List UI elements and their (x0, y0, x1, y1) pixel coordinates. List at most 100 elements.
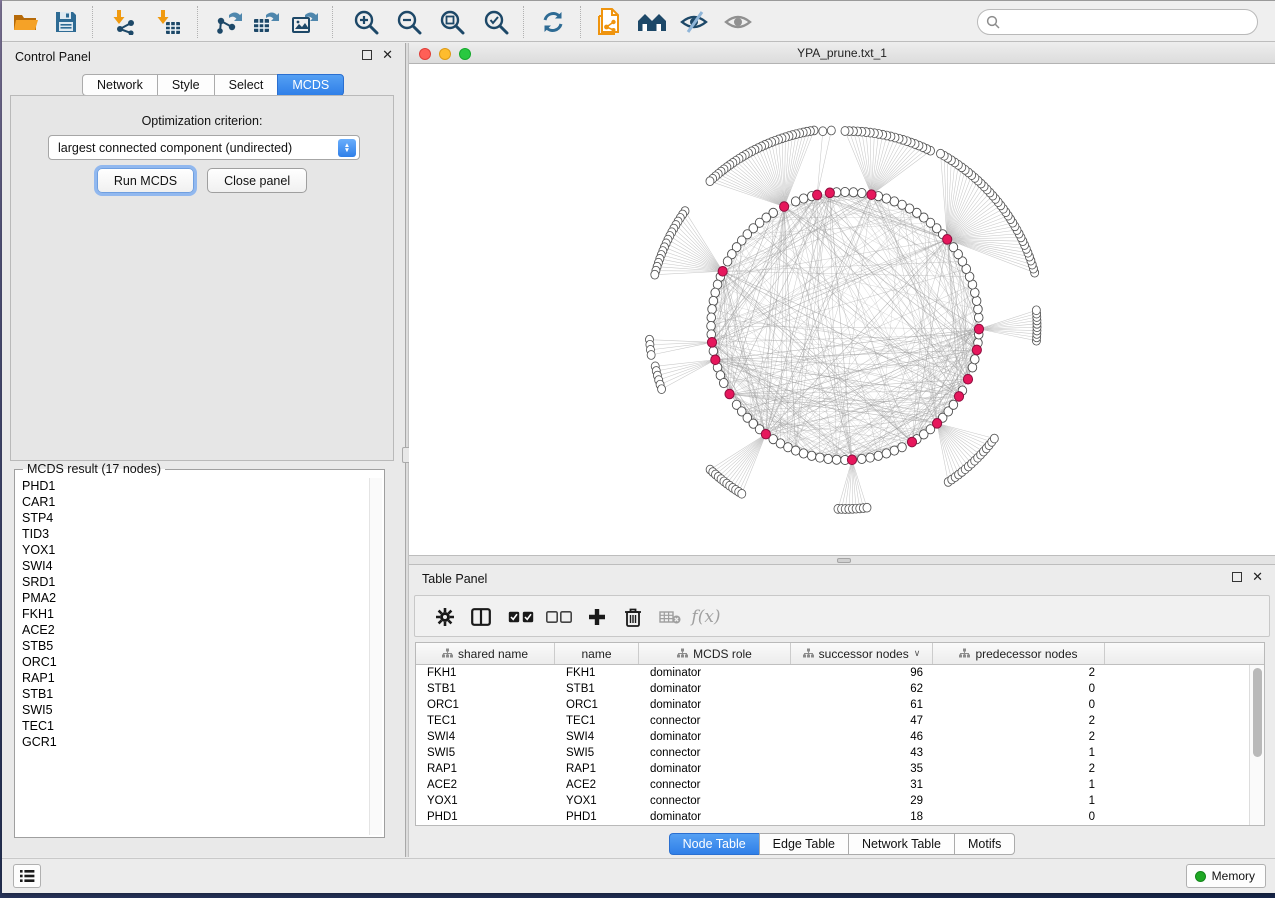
cell-successor-nodes[interactable]: 31 (791, 777, 933, 793)
mcds-hub-node[interactable] (825, 188, 834, 198)
cell-successor-nodes[interactable]: 35 (791, 761, 933, 777)
tab-network-table[interactable]: Network Table (848, 833, 954, 855)
cell-name[interactable]: STB1 (555, 681, 639, 697)
ring-node[interactable] (709, 347, 718, 356)
cell-shared-name[interactable]: STB1 (416, 681, 555, 697)
mcds-result-item[interactable]: YOX1 (17, 542, 368, 558)
ring-node[interactable] (857, 188, 866, 197)
table-row[interactable]: SWI5SWI5connector431 (416, 745, 1249, 761)
ring-node[interactable] (799, 449, 808, 458)
mcds-result-item[interactable]: SRD1 (17, 574, 368, 590)
ring-node[interactable] (807, 451, 816, 460)
mcds-result-item[interactable]: STB1 (17, 686, 368, 702)
cell-MCDS-role[interactable]: dominator (639, 665, 791, 681)
ring-node[interactable] (972, 296, 981, 305)
cell-predecessor-nodes[interactable]: 2 (933, 665, 1105, 681)
tab-motifs[interactable]: Motifs (954, 833, 1015, 855)
mcds-result-item[interactable]: CAR1 (17, 494, 368, 510)
ring-node[interactable] (723, 257, 732, 266)
export-image-icon[interactable] (289, 7, 321, 37)
leaf-node[interactable] (1032, 306, 1040, 315)
cell-shared-name[interactable]: FKH1 (416, 665, 555, 681)
leaf-node[interactable] (738, 489, 746, 498)
close-panel-button[interactable]: Close panel (207, 168, 307, 193)
cell-name[interactable]: TEC1 (555, 713, 639, 729)
table-body[interactable]: FKH1FKH1dominator962STB1STB1dominator620… (416, 665, 1249, 825)
save-session-icon[interactable] (50, 7, 82, 37)
tab-mcds[interactable]: MCDS (277, 74, 344, 96)
table-row[interactable]: STB1STB1dominator620 (416, 681, 1249, 697)
tab-node-table[interactable]: Node Table (669, 833, 759, 855)
cell-shared-name[interactable]: SWI5 (416, 745, 555, 761)
mcds-result-item[interactable]: ACE2 (17, 622, 368, 638)
cell-MCDS-role[interactable]: dominator (639, 681, 791, 697)
cell-shared-name[interactable]: TEC1 (416, 713, 555, 729)
cell-name[interactable]: RAP1 (555, 761, 639, 777)
cell-successor-nodes[interactable]: 29 (791, 793, 933, 809)
deselect-all-icon[interactable] (543, 601, 575, 633)
cell-MCDS-role[interactable]: connector (639, 793, 791, 809)
ring-node[interactable] (949, 243, 958, 252)
export-network-icon[interactable] (213, 7, 245, 37)
table-row[interactable]: ORC1ORC1dominator610 (416, 697, 1249, 713)
ring-node[interactable] (974, 313, 983, 322)
column-header-MCDS-role[interactable]: MCDS role (639, 643, 791, 664)
ring-node[interactable] (949, 400, 958, 409)
mcds-hub-node[interactable] (725, 389, 734, 399)
mcds-hub-node[interactable] (954, 392, 963, 402)
ring-node[interactable] (874, 451, 883, 460)
cell-MCDS-role[interactable]: dominator (639, 809, 791, 825)
mcds-result-item[interactable]: STP4 (17, 510, 368, 526)
open-file-icon[interactable] (10, 7, 42, 37)
cell-predecessor-nodes[interactable]: 0 (933, 809, 1105, 825)
zoom-out-icon[interactable] (393, 7, 425, 37)
mcds-hub-node[interactable] (963, 374, 972, 384)
cell-name[interactable]: SWI4 (555, 729, 639, 745)
select-all-icon[interactable] (505, 601, 537, 633)
mcds-hub-node[interactable] (813, 190, 822, 200)
mcds-hub-node[interactable] (932, 419, 941, 429)
mcds-hub-node[interactable] (867, 190, 876, 200)
cell-shared-name[interactable]: ORC1 (416, 697, 555, 713)
ring-node[interactable] (816, 453, 825, 462)
cell-name[interactable]: ACE2 (555, 777, 639, 793)
cell-shared-name[interactable]: RAP1 (416, 761, 555, 777)
mcds-result-item[interactable]: TID3 (17, 526, 368, 542)
table-scrollbar[interactable] (1249, 665, 1264, 825)
ring-node[interactable] (974, 305, 983, 314)
mcds-list-scrollbar[interactable] (369, 478, 382, 835)
horizontal-splitter[interactable] (409, 555, 1275, 565)
cell-MCDS-role[interactable]: dominator (639, 697, 791, 713)
ring-node[interactable] (707, 313, 716, 322)
ring-node[interactable] (799, 194, 808, 203)
table-row[interactable]: PHD1PHD1dominator180 (416, 809, 1249, 825)
cell-shared-name[interactable]: ACE2 (416, 777, 555, 793)
ring-node[interactable] (866, 453, 875, 462)
mcds-result-item[interactable]: TEC1 (17, 718, 368, 734)
network-overview-icon[interactable] (636, 7, 668, 37)
mcds-result-item[interactable]: GCR1 (17, 734, 368, 750)
cell-name[interactable]: FKH1 (555, 665, 639, 681)
float-table-panel-icon[interactable] (1232, 572, 1242, 582)
cell-successor-nodes[interactable]: 61 (791, 697, 933, 713)
ring-node[interactable] (707, 321, 716, 330)
mcds-hub-node[interactable] (707, 338, 716, 348)
cell-predecessor-nodes[interactable]: 2 (933, 713, 1105, 729)
leaf-node[interactable] (647, 351, 655, 360)
cell-name[interactable]: YOX1 (555, 793, 639, 809)
cell-shared-name[interactable]: SWI4 (416, 729, 555, 745)
export-table-icon[interactable] (250, 7, 282, 37)
delete-columns-icon[interactable] (617, 601, 649, 633)
cell-successor-nodes[interactable]: 18 (791, 809, 933, 825)
mcds-hub-node[interactable] (718, 266, 727, 276)
memory-button[interactable]: Memory (1186, 864, 1266, 888)
ring-node[interactable] (898, 443, 907, 452)
refresh-view-icon[interactable] (537, 7, 569, 37)
hide-details-icon[interactable] (678, 7, 710, 37)
cell-name[interactable]: PHD1 (555, 809, 639, 825)
column-header-predecessor-nodes[interactable]: predecessor nodes (933, 643, 1105, 664)
table-row[interactable]: ACE2ACE2connector311 (416, 777, 1249, 793)
mcds-hub-node[interactable] (761, 429, 770, 439)
cell-predecessor-nodes[interactable]: 1 (933, 777, 1105, 793)
mcds-hub-node[interactable] (780, 202, 789, 212)
